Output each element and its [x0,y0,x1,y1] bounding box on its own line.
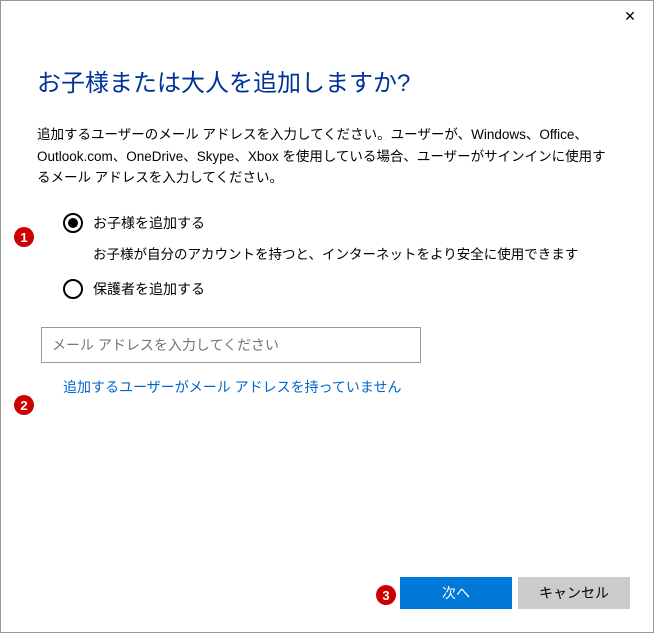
radio-icon [63,279,83,299]
cancel-button[interactable]: キャンセル [518,577,630,609]
radio-child-help: お子様が自分のアカウントを持つと、インターネットをより安全に使用できます [93,243,617,263]
radio-icon [63,213,83,233]
no-email-link-row: 追加するユーザーがメール アドレスを持っていません [37,377,617,397]
close-button[interactable]: ✕ [607,1,653,31]
page-title: お子様または大人を追加しますか? [37,63,617,98]
close-icon: ✕ [624,8,636,25]
radio-label: お子様を追加する [93,213,205,233]
annotation-badge-1: 1 [14,227,34,247]
radio-add-guardian[interactable]: 保護者を追加する [37,279,617,299]
radio-label: 保護者を追加する [93,279,205,299]
email-input[interactable] [41,327,421,363]
radio-add-child[interactable]: お子様を追加する [37,213,617,233]
email-input-wrap [37,327,617,363]
no-email-link[interactable]: 追加するユーザーがメール アドレスを持っていません [63,379,402,395]
titlebar: ✕ [1,1,653,31]
next-button[interactable]: 次へ [400,577,512,609]
dialog-content: お子様または大人を追加しますか? 追加するユーザーのメール アドレスを入力してく… [1,31,653,397]
annotation-badge-3: 3 [376,585,396,605]
annotation-badge-2: 2 [14,395,34,415]
dialog-footer: 次へ キャンセル [400,577,630,609]
description-text: 追加するユーザーのメール アドレスを入力してください。ユーザーが、Windows… [37,124,617,189]
